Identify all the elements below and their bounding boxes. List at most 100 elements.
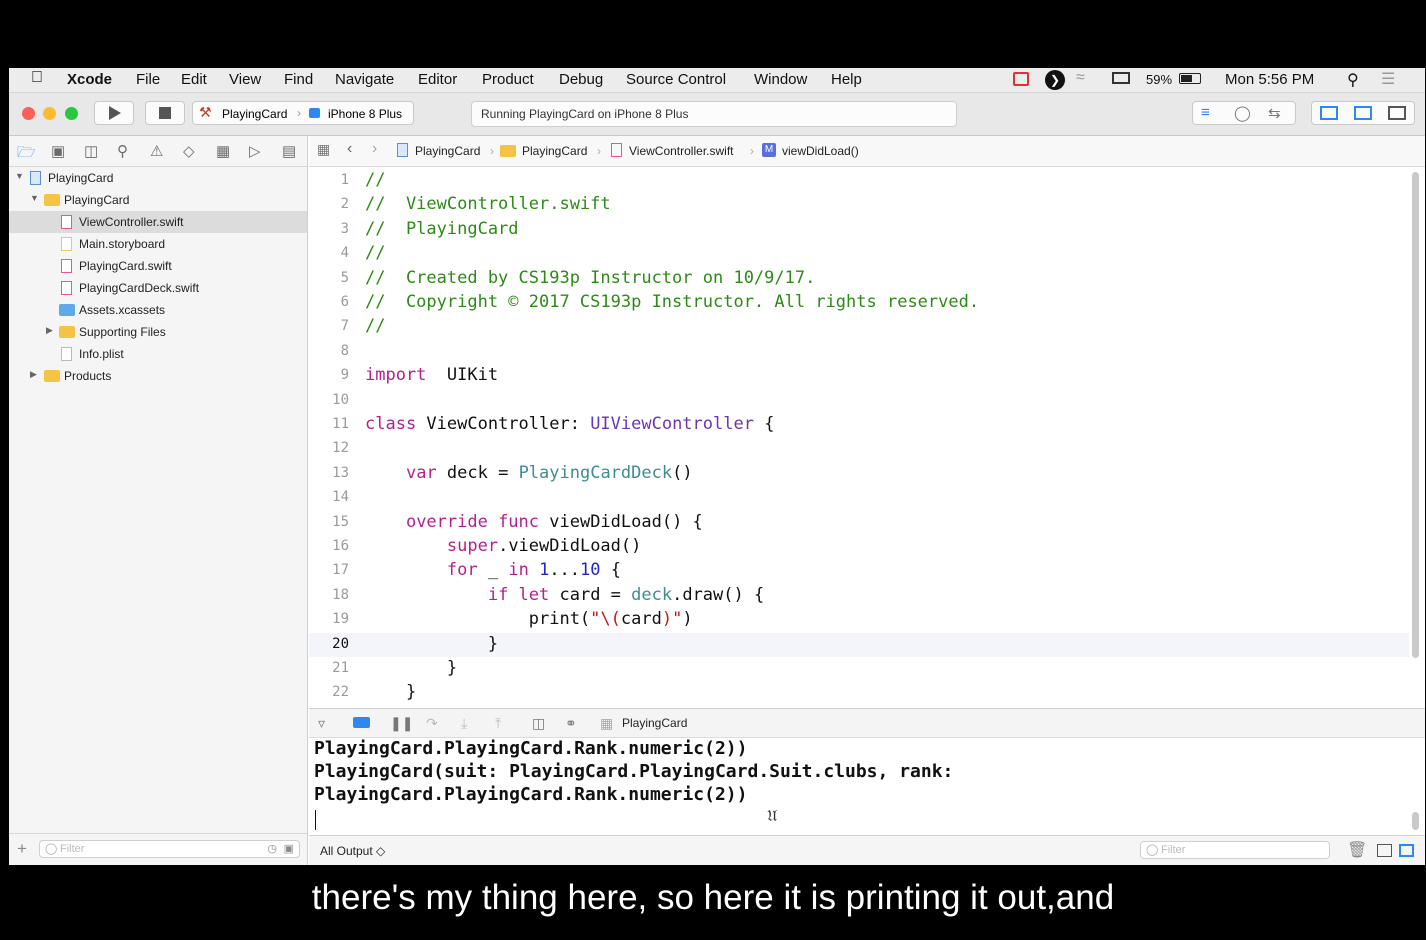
tree-row-file[interactable]: Main.storyboard	[9, 233, 307, 255]
variables-view-toggle-icon[interactable]	[1377, 844, 1392, 857]
forward-chevron-icon[interactable]: ›	[372, 140, 377, 158]
disclosure-triangle-icon[interactable]: ▶	[30, 369, 37, 380]
code-line[interactable]: 7 //	[309, 315, 1409, 339]
find-navigator-icon[interactable]: ⚲	[117, 142, 128, 160]
tree-row-group[interactable]: ▶ Supporting Files	[9, 321, 307, 343]
debug-console[interactable]: PlayingCard.PlayingCard.Rank.numeric(2))…	[309, 738, 1425, 834]
menu-window[interactable]: Window	[754, 71, 807, 88]
jump-crumb-project[interactable]: PlayingCard	[415, 144, 480, 158]
source-control-navigator-icon[interactable]: ▣	[51, 142, 65, 160]
tree-row-file[interactable]: PlayingCardDeck.swift	[9, 277, 307, 299]
airplay-icon[interactable]	[1112, 72, 1130, 84]
code-line[interactable]: 19 print("\(card)")	[309, 608, 1409, 632]
spotlight-search-icon[interactable]: ⚲	[1347, 70, 1359, 90]
play-circle-icon[interactable]: ❯	[1045, 70, 1065, 90]
navigator-filter-field[interactable]: ◯ Filter ◷ ▣	[39, 840, 300, 858]
trash-icon[interactable]: 🗑	[1347, 840, 1367, 860]
menu-file[interactable]: File	[136, 71, 160, 88]
code-line[interactable]: 11 class ViewController: UIViewController…	[309, 413, 1409, 437]
jump-crumb-group[interactable]: PlayingCard	[522, 144, 587, 158]
tree-row-file[interactable]: Assets.xcassets	[9, 299, 307, 321]
related-items-icon[interactable]: ▦	[317, 141, 330, 158]
scheme-target[interactable]: PlayingCard	[222, 107, 287, 121]
recent-files-icon[interactable]: ◷	[267, 842, 277, 855]
debug-area-toggle-icon[interactable]	[1354, 106, 1372, 120]
code-line[interactable]: 20 }	[309, 632, 1409, 657]
console-filter-field[interactable]: ◯ Filter	[1140, 841, 1330, 859]
menu-edit[interactable]: Edit	[181, 71, 207, 88]
code-line[interactable]: 3 // PlayingCard	[309, 218, 1409, 242]
wifi-icon[interactable]: ≈	[1076, 69, 1085, 87]
jump-crumb-file[interactable]: ViewController.swift	[629, 144, 733, 158]
battery-icon[interactable]	[1179, 73, 1201, 84]
code-line[interactable]: 14	[309, 486, 1409, 510]
code-line[interactable]: 9 import UIKit	[309, 364, 1409, 388]
folder-navigator-icon[interactable]: 🗁	[17, 142, 36, 167]
code-line[interactable]: 18 if let card = deck.draw() {	[309, 584, 1409, 608]
code-line[interactable]: 22 }	[309, 681, 1409, 705]
notification-center-icon[interactable]: ☰	[1381, 69, 1395, 89]
issue-navigator-icon[interactable]: ⚠	[150, 142, 163, 160]
code-line[interactable]: 15 override func viewDidLoad() {	[309, 511, 1409, 535]
code-line[interactable]: 6 // Copyright © 2017 CS193p Instructor. …	[309, 291, 1409, 315]
back-chevron-icon[interactable]: ‹	[347, 140, 352, 158]
code-line[interactable]: 17 for _ in 1...10 {	[309, 559, 1409, 583]
code-line[interactable]: 1 //	[309, 169, 1409, 193]
code-line[interactable]: 13 var deck = PlayingCardDeck()	[309, 462, 1409, 486]
tree-row-file[interactable]: PlayingCard.swift	[9, 255, 307, 277]
tree-row-file[interactable]: ViewController.swift	[9, 211, 307, 233]
menu-navigate[interactable]: Navigate	[335, 71, 394, 88]
utilities-toggle-icon[interactable]	[1388, 106, 1406, 120]
source-control-filter-icon[interactable]: ▣	[284, 842, 294, 855]
tree-row-project[interactable]: ▼ PlayingCard	[9, 167, 307, 189]
report-navigator-icon[interactable]: ▤	[282, 142, 296, 160]
zoom-window-button[interactable]	[65, 107, 78, 120]
menu-debug[interactable]: Debug	[559, 71, 603, 88]
code-line[interactable]: 8	[309, 340, 1409, 364]
tree-row-group[interactable]: ▼ PlayingCard	[9, 189, 307, 211]
code-line[interactable]: 21 }	[309, 657, 1409, 681]
scheme-device[interactable]: iPhone 8 Plus	[328, 107, 402, 121]
standard-editor-icon[interactable]: ≡	[1201, 104, 1210, 121]
navigator-toggle-icon[interactable]	[1320, 106, 1338, 120]
pause-icon[interactable]: ❚❚	[390, 715, 413, 732]
tree-row-group[interactable]: ▶ Products	[9, 365, 307, 387]
disclosure-triangle-icon[interactable]: ▼	[30, 193, 39, 203]
symbol-navigator-icon[interactable]: ◫	[84, 142, 98, 160]
code-line[interactable]: 16 super.viewDidLoad()	[309, 535, 1409, 559]
debug-target-label[interactable]: PlayingCard	[622, 716, 687, 730]
debug-navigator-icon[interactable]: ▦	[216, 142, 230, 160]
breakpoints-toggle-icon[interactable]	[353, 717, 370, 728]
code-line[interactable]: 4 //	[309, 242, 1409, 266]
menu-source-control[interactable]: Source Control	[626, 71, 726, 88]
step-out-icon[interactable]: ⤒	[495, 715, 501, 732]
editor-scrollbar[interactable]	[1412, 172, 1419, 658]
hide-debug-area-icon[interactable]: ▿	[318, 715, 325, 732]
console-view-toggle-icon[interactable]	[1399, 844, 1414, 857]
disclosure-triangle-icon[interactable]: ▼	[15, 171, 24, 181]
step-into-icon[interactable]: ⤓	[461, 715, 467, 732]
menu-editor[interactable]: Editor	[418, 71, 457, 88]
menu-view[interactable]: View	[229, 71, 261, 88]
output-selector[interactable]: All Output ◇	[320, 844, 385, 858]
menu-help[interactable]: Help	[831, 71, 862, 88]
step-over-icon[interactable]: ↷	[426, 715, 438, 732]
version-editor-icon[interactable]: ⇆	[1268, 104, 1281, 122]
breakpoint-navigator-icon[interactable]: ▷	[249, 142, 261, 160]
test-navigator-icon[interactable]: ◇	[183, 142, 195, 160]
screen-record-icon[interactable]	[1013, 72, 1029, 86]
disclosure-triangle-icon[interactable]: ▶	[46, 325, 53, 336]
menu-product[interactable]: Product	[482, 71, 534, 88]
view-debugger-icon[interactable]: ◫	[532, 715, 545, 732]
code-line[interactable]: 10	[309, 389, 1409, 413]
source-editor[interactable]: 1 // 2 // ViewController.swift 3 // PlayingCa…	[309, 167, 1425, 707]
add-icon[interactable]: +	[17, 839, 27, 859]
assistant-editor-icon[interactable]: ◯	[1234, 104, 1251, 122]
code-line[interactable]: 5 // Created by CS193p Instructor on 10/9…	[309, 267, 1409, 291]
stop-button[interactable]	[145, 101, 185, 125]
jump-crumb-method[interactable]: viewDidLoad()	[782, 144, 859, 158]
apple-menu-icon[interactable]: 	[31, 69, 43, 87]
close-window-button[interactable]	[22, 107, 35, 120]
app-menu[interactable]: Xcode	[67, 71, 112, 88]
minimize-window-button[interactable]	[43, 107, 56, 120]
